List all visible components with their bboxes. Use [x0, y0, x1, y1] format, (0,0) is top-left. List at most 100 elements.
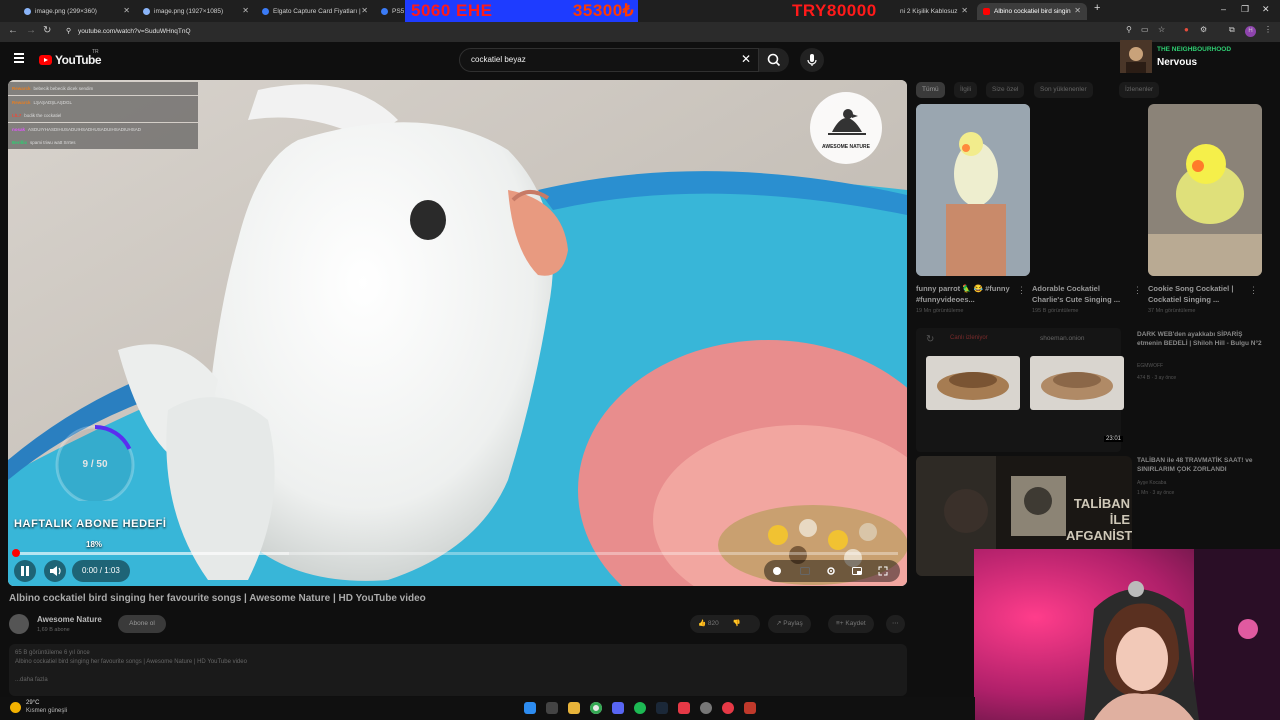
chip-recent[interactable]: Son yüklenenler — [1034, 82, 1093, 98]
browser-tab[interactable]: PS5 — [375, 3, 405, 20]
like-icon[interactable]: 👍 — [698, 620, 706, 627]
search-button[interactable] — [759, 48, 789, 72]
chip-watched[interactable]: İzlenenler — [1119, 82, 1160, 98]
settings-gear-icon[interactable] — [826, 566, 836, 576]
save-button[interactable]: ≡+ Kaydet — [828, 615, 874, 633]
task-view-icon[interactable] — [546, 702, 558, 714]
menu-dots-icon[interactable]: ⋮ — [1264, 25, 1272, 34]
profile-avatar[interactable]: H — [1245, 26, 1256, 37]
reload-icon[interactable]: ↻ — [43, 25, 51, 36]
video-title: Albino cockatiel bird singing her favour… — [9, 593, 426, 604]
short-thumbnail[interactable] — [916, 104, 1030, 276]
short-menu-icon[interactable]: ⋮ — [1133, 285, 1142, 296]
opera-icon[interactable] — [722, 702, 734, 714]
scrubber-handle[interactable] — [12, 549, 20, 557]
short-views: 19 Mn görüntüleme — [916, 308, 964, 314]
sidebar-video-title[interactable]: DARK WEB'den ayakkabı SİPARİŞ etmenin BE… — [1137, 330, 1265, 348]
url-field[interactable]: ⚲ youtube.com/watch?v=SuduWHnqTnQ — [64, 25, 1114, 39]
share-button[interactable]: ↗ Paylaş — [768, 615, 811, 633]
windows-start-icon[interactable] — [524, 702, 536, 714]
show-more-link[interactable]: ...daha fazla — [15, 677, 901, 683]
forward-icon[interactable]: → — [26, 25, 36, 36]
app-icon[interactable] — [744, 702, 756, 714]
save-icon: ≡+ — [836, 620, 844, 627]
file-explorer-icon[interactable] — [568, 702, 580, 714]
new-tab-icon[interactable]: + — [1094, 2, 1100, 14]
chip-all[interactable]: Tümü — [916, 82, 945, 98]
browser-tab[interactable]: Elgato Capture Card Fiyatları | ✕ — [256, 3, 374, 20]
search-input[interactable]: cockatiel beyaz — [459, 48, 759, 72]
close-tab-icon[interactable]: ✕ — [1074, 6, 1081, 15]
sub-goal-count: 9 / 50 — [82, 459, 108, 470]
chip-related[interactable]: İlgili — [954, 82, 978, 98]
browser-tab-active[interactable]: Albino cockatiel bird singin ✕ — [977, 3, 1087, 20]
player-right-controls — [764, 560, 900, 582]
miniplayer-icon[interactable] — [852, 566, 862, 576]
fullscreen-icon[interactable] — [878, 566, 888, 576]
discord-icon[interactable] — [612, 702, 624, 714]
extension-icon[interactable]: ⚙ — [1200, 25, 1207, 34]
browser-tab[interactable]: ni 2 Kişilik Kablosuz ✕ — [900, 3, 974, 20]
site-info-icon[interactable]: ⚲ — [66, 25, 71, 39]
obs-icon[interactable] — [700, 702, 712, 714]
close-tab-icon[interactable]: ✕ — [123, 6, 130, 15]
close-tab-icon[interactable]: ✕ — [242, 6, 249, 15]
more-actions-button[interactable]: ⋯ — [886, 615, 905, 633]
chat-message: LİL7 bodik the cockatiel — [8, 109, 198, 122]
sidebar-video-title[interactable]: TALİBAN ile 48 TRAVMATİK SAAT! ve SINIRL… — [1137, 456, 1267, 474]
channel-avatar[interactable] — [9, 614, 29, 634]
autoplay-toggle-icon[interactable] — [772, 566, 782, 576]
close-tab-icon[interactable]: ✕ — [361, 6, 368, 15]
maximize-icon[interactable]: ❐ — [1241, 4, 1249, 15]
like-dislike-buttons[interactable]: 👍 820 👎 — [690, 615, 760, 633]
short-title[interactable]: Adorable Cockatiel Charlie's Cute Singin… — [1032, 283, 1132, 305]
pause-button[interactable] — [14, 560, 36, 582]
menu-icon[interactable] — [14, 53, 24, 63]
dislike-icon[interactable]: 👎 — [733, 620, 741, 627]
short-title[interactable]: Cookie Song Cockatiel | Cockatiel Singin… — [1148, 283, 1248, 305]
save-label: Kaydet — [845, 620, 866, 627]
app-icon[interactable] — [678, 702, 690, 714]
weather-desc[interactable]: Kısmen güneşli — [26, 708, 67, 714]
short-title[interactable]: funny parrot 🦜 😂 #funny #funnyvideoes... — [916, 283, 1016, 305]
overlay-item: 5060 EHE — [411, 1, 493, 20]
channel-subscriber-count: 1,69 B abone — [37, 627, 70, 633]
channel-name[interactable]: Awesome Nature — [37, 615, 102, 624]
like-count: 820 — [707, 620, 719, 627]
browser-tab[interactable]: image.png (299×360) ✕ — [18, 3, 136, 20]
chat-user: Rewarck — [12, 86, 31, 91]
subtitles-icon[interactable] — [800, 566, 810, 576]
short-thumbnail[interactable] — [1148, 104, 1262, 276]
clear-search-icon[interactable]: ✕ — [741, 52, 751, 66]
subscribe-button[interactable]: Abone ol — [118, 615, 166, 633]
browser-tab[interactable]: image.png (1927×1085) ✕ — [137, 3, 255, 20]
chrome-icon[interactable] — [590, 702, 602, 714]
video-description[interactable]: 65 B görüntüleme 6 yıl önce Albino cocka… — [9, 644, 907, 696]
back-icon[interactable]: ← — [8, 25, 18, 36]
time-label: 0:00 / 1:03 — [82, 566, 120, 575]
close-tab-icon[interactable]: ✕ — [961, 6, 968, 15]
cast-icon[interactable]: ▭ — [1141, 25, 1149, 34]
video-progress-bar[interactable] — [12, 549, 898, 557]
search-icon[interactable]: ⚲ — [1126, 25, 1132, 34]
chip-for-you[interactable]: Size özel — [986, 82, 1025, 98]
chat-message: Rewarck LŞAŞADŞLAŞDGL — [8, 95, 198, 109]
short-menu-icon[interactable]: ⋮ — [1249, 285, 1258, 296]
youtube-logo[interactable]: YouTube TR — [39, 49, 102, 67]
weather-temp[interactable]: 29°C — [26, 700, 39, 706]
star-icon[interactable]: ☆ — [1158, 25, 1165, 34]
steam-icon[interactable] — [656, 702, 668, 714]
extension-icon[interactable]: ● — [1184, 25, 1189, 34]
spotify-icon[interactable] — [634, 702, 646, 714]
voice-search-button[interactable] — [800, 48, 824, 72]
video-thumbnail-dark-web[interactable]: ↻ Canlı izleniyor shoeman.onion 23:01 — [916, 328, 1124, 452]
chat-text: bodik the cockatiel — [24, 113, 62, 118]
video-player[interactable]: Rewarck bebecik bebecik dicek sendim Rewa… — [8, 80, 907, 586]
minimize-icon[interactable]: – — [1221, 4, 1226, 14]
short-menu-icon[interactable]: ⋮ — [1017, 285, 1026, 296]
extensions-icon[interactable]: ⧉ — [1229, 25, 1235, 35]
close-window-icon[interactable]: ✕ — [1262, 4, 1270, 15]
weather-sun-icon[interactable] — [10, 702, 21, 713]
volume-button[interactable] — [44, 560, 66, 582]
thumbnail-text: TALİBAN İLE AFGANİSTAN — [1066, 496, 1132, 543]
